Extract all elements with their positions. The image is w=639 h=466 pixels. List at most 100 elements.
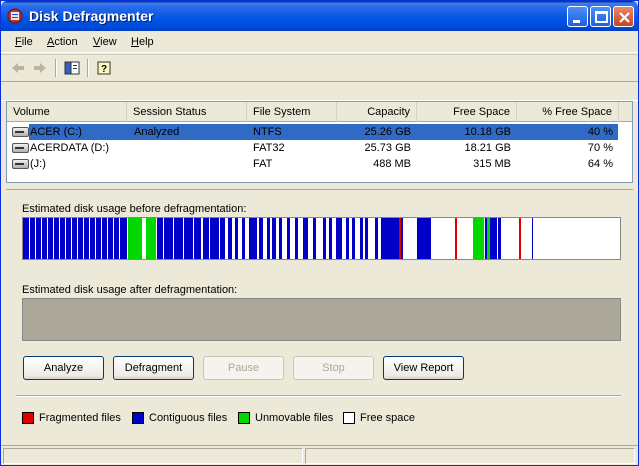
unmovable-block xyxy=(473,218,484,259)
minimize-icon xyxy=(573,20,580,23)
column-free-space[interactable]: Free Space xyxy=(417,102,517,122)
contiguous-block xyxy=(329,218,332,259)
volume-name: (J:) xyxy=(30,158,46,170)
volume-row[interactable]: (J:) FAT 488 MB 315 MB 64 % xyxy=(7,156,632,172)
fragmented-block xyxy=(399,218,401,259)
menu-help-label: elp xyxy=(138,36,154,48)
unmovable-block xyxy=(487,218,490,259)
minimize-button[interactable] xyxy=(567,6,588,27)
volume-capacity: 25.73 GB xyxy=(364,142,411,154)
volume-percent-free: 70 % xyxy=(587,142,613,154)
window-title: Disk Defragmenter xyxy=(29,8,154,24)
contiguous-block xyxy=(295,218,298,259)
block-divider xyxy=(71,218,72,259)
column-volume[interactable]: Volume xyxy=(7,102,127,122)
stop-button[interactable]: Stop xyxy=(293,356,374,380)
help-icon[interactable]: ? xyxy=(95,59,113,77)
block-divider xyxy=(173,218,174,259)
volume-list-header: Volume Session Status File System Capaci… xyxy=(7,102,632,122)
contiguous-block xyxy=(287,218,290,259)
contiguous-swatch xyxy=(132,412,144,424)
block-divider xyxy=(163,218,164,259)
disk-usage-before-bar xyxy=(22,217,621,260)
block-divider xyxy=(77,218,78,259)
block-divider xyxy=(41,218,42,259)
block-divider xyxy=(83,218,84,259)
block-divider xyxy=(101,218,102,259)
disk-defrag-app-icon xyxy=(7,8,23,24)
contiguous-block xyxy=(313,218,316,259)
volume-list[interactable]: Volume Session Status File System Capaci… xyxy=(6,101,633,183)
contiguous-block xyxy=(352,218,355,259)
block-divider xyxy=(53,218,54,259)
fragmented-swatch xyxy=(22,412,34,424)
status-pane xyxy=(305,448,635,464)
volume-file-system: NTFS xyxy=(253,126,282,138)
contiguous-block xyxy=(346,218,349,259)
contiguous-block xyxy=(279,218,282,259)
menu-help[interactable]: Help xyxy=(131,36,154,48)
toolbar-separator xyxy=(55,59,57,77)
status-pane xyxy=(3,448,303,464)
back-arrow-icon[interactable] xyxy=(9,59,27,77)
column-capacity[interactable]: Capacity xyxy=(337,102,417,122)
menu-view[interactable]: View xyxy=(93,36,117,48)
title-bar[interactable]: Disk Defragmenter xyxy=(1,1,638,31)
volume-file-system: FAT xyxy=(253,158,273,170)
menu-bar: File Action View Help xyxy=(1,31,638,53)
show-hide-console-tree-icon[interactable] xyxy=(63,59,81,77)
block-divider xyxy=(59,218,60,259)
before-label: Estimated disk usage before defragmentat… xyxy=(22,203,247,215)
block-divider xyxy=(119,218,120,259)
contiguous-block xyxy=(498,218,501,259)
volume-row[interactable]: ACER (C:) Analyzed NTFS 25.26 GB 10.18 G… xyxy=(7,124,632,140)
forward-arrow-icon[interactable] xyxy=(31,59,49,77)
block-divider xyxy=(193,218,194,259)
disk-usage-after-bar xyxy=(22,298,621,341)
contiguous-block xyxy=(417,218,431,259)
legend-free-space-label: Free space xyxy=(360,412,416,424)
volume-file-system: FAT32 xyxy=(253,142,285,154)
contiguous-block xyxy=(485,218,497,259)
pause-button[interactable]: Pause xyxy=(203,356,284,380)
block-divider xyxy=(183,218,184,259)
toolbar-separator xyxy=(87,59,89,77)
volume-percent-free: 64 % xyxy=(587,158,613,170)
hard-disk-icon xyxy=(12,143,29,153)
svg-text:?: ? xyxy=(101,64,107,75)
volume-free-space: 18.21 GB xyxy=(464,142,511,154)
volume-capacity: 488 MB xyxy=(373,158,411,170)
volume-row[interactable]: ACERDATA (D:) FAT32 25.73 GB 18.21 GB 70… xyxy=(7,140,632,156)
contiguous-block xyxy=(303,218,308,259)
block-divider xyxy=(65,218,66,259)
column-percent-free[interactable]: % Free Space xyxy=(517,102,619,122)
column-file-system[interactable]: File System xyxy=(247,102,337,122)
column-session-status[interactable]: Session Status xyxy=(127,102,247,122)
contiguous-block xyxy=(401,218,403,259)
volume-status xyxy=(134,140,244,156)
analyze-button[interactable]: Analyze xyxy=(23,356,104,380)
disk-usage-before-graphic xyxy=(23,218,533,259)
contiguous-block xyxy=(203,218,225,259)
contiguous-block xyxy=(360,218,363,259)
menu-action[interactable]: Action xyxy=(47,36,78,48)
free-space-swatch xyxy=(343,412,355,424)
volume-status xyxy=(134,156,244,172)
maximize-button[interactable] xyxy=(590,6,611,27)
hard-disk-icon xyxy=(12,127,29,137)
after-label: Estimated disk usage after defragmentati… xyxy=(22,284,238,296)
view-report-button[interactable]: View Report xyxy=(383,356,464,380)
contiguous-block xyxy=(365,218,368,259)
close-icon xyxy=(619,12,630,23)
fragmented-block xyxy=(455,218,457,259)
defragment-button[interactable]: Defragment xyxy=(113,356,194,380)
menu-action-label: ction xyxy=(54,36,78,48)
close-button[interactable] xyxy=(613,6,634,27)
contiguous-block xyxy=(235,218,238,259)
legend-fragmented-label: Fragmented files xyxy=(39,412,121,424)
separator xyxy=(16,395,621,397)
menu-file[interactable]: File xyxy=(15,36,33,48)
contiguous-block xyxy=(228,218,232,259)
fragmented-block xyxy=(519,218,521,259)
disk-defragmenter-window: Disk Defragmenter File Action View Help xyxy=(0,0,639,466)
